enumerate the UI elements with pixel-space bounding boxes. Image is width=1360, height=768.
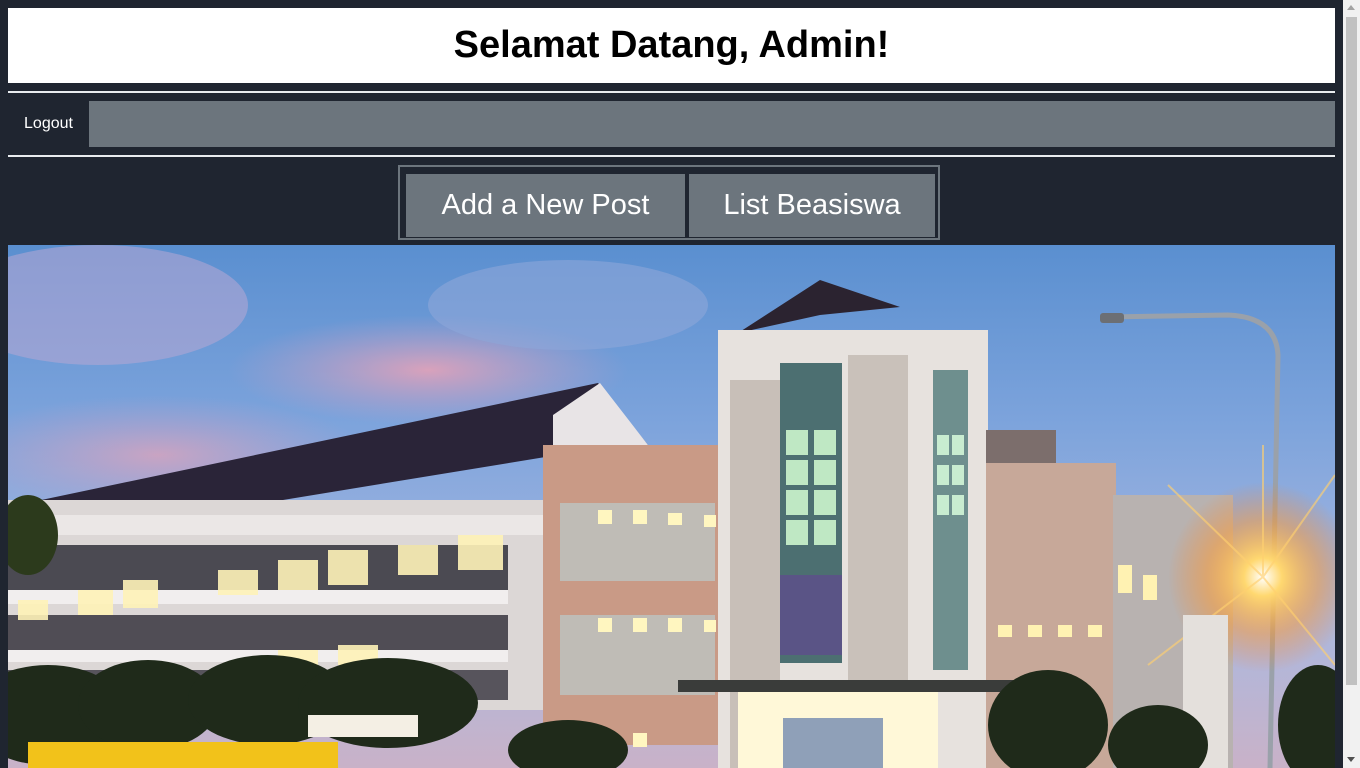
- scroll-down-icon[interactable]: [1347, 757, 1355, 762]
- divider-top: [8, 91, 1335, 93]
- campus-building-illustration: [8, 245, 1335, 768]
- divider-bottom: [8, 155, 1335, 157]
- list-beasiswa-button[interactable]: List Beasiswa: [689, 174, 935, 237]
- hero-image: [8, 245, 1335, 768]
- add-post-button[interactable]: Add a New Post: [406, 174, 685, 237]
- page-header: Selamat Datang, Admin!: [8, 8, 1335, 83]
- page-title: Selamat Datang, Admin!: [453, 24, 890, 66]
- action-menu: Add a New Post List Beasiswa: [398, 165, 940, 240]
- navbar: Logout: [8, 101, 1335, 147]
- vertical-scrollbar[interactable]: [1343, 0, 1360, 768]
- scroll-up-icon[interactable]: [1347, 5, 1355, 10]
- scrollbar-thumb[interactable]: [1346, 17, 1357, 685]
- logout-link[interactable]: Logout: [8, 101, 89, 147]
